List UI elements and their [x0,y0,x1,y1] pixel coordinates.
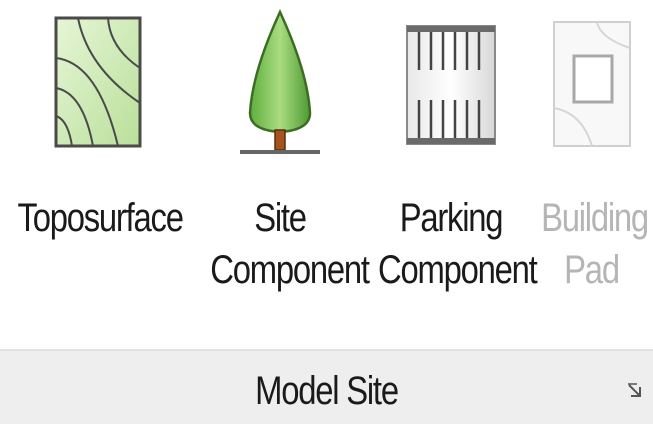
ribbon-panel-model-site: Toposurface Site Component Parking Compo… [0,0,653,424]
site-component-label-line-1: Site [254,196,307,240]
parking-icon [406,25,496,145]
building-pad-label: Building Pad [541,192,649,296]
parking-component-label-line-2: Component [378,248,538,292]
toposurface-label-line-1: Toposurface [17,196,184,240]
site-component-label-line-2: Component [210,248,370,292]
launcher-arrow-glyph [628,383,641,397]
building-pad-button[interactable]: Building Pad [530,0,653,345]
site-component-label: Site Component [210,192,370,296]
building-pad-label-line-1: Building [541,196,649,240]
toposurface-label: Toposurface [17,192,184,244]
building-pad-label-line-2: Pad [564,248,620,292]
parking-component-label-line-1: Parking [399,196,504,240]
toposurface-button[interactable]: Toposurface [0,0,195,345]
tree-icon [240,9,320,154]
panel-title: Model Site [255,369,399,413]
parking-component-button[interactable]: Parking Component [362,0,540,345]
dialog-launcher-arrow-icon[interactable] [625,381,645,401]
building-pad-icon [552,21,631,147]
parking-component-label: Parking Component [378,192,538,296]
panel-footer: Model Site [0,349,653,424]
toposurface-icon [54,16,141,148]
site-component-button[interactable]: Site Component [195,0,370,345]
